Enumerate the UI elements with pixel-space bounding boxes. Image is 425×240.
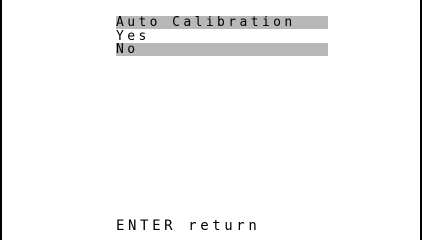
osd-screen: Auto Calibration Yes No ENTER return xyxy=(0,0,422,240)
enter-return-hint: ENTER return xyxy=(116,218,261,234)
option-no[interactable]: No xyxy=(116,43,328,56)
menu-title: Auto Calibration xyxy=(116,16,328,29)
